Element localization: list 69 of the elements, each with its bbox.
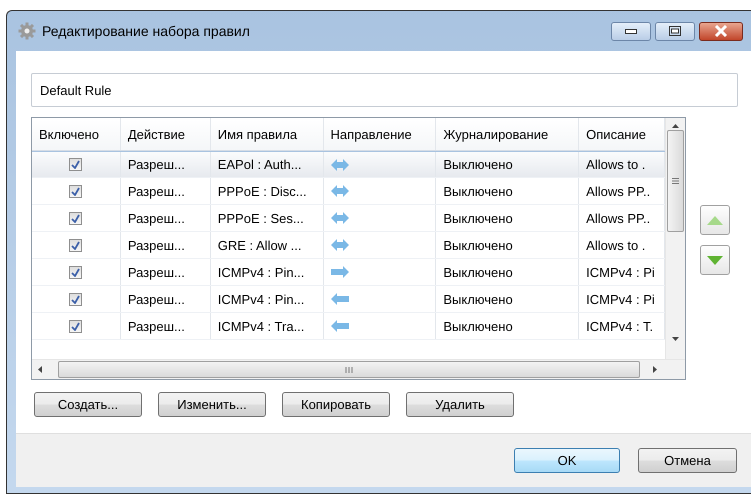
table-cell: Разреш...	[120, 286, 211, 312]
checkbox[interactable]	[69, 292, 82, 306]
table-row[interactable]: Разреш... EAPol : Auth... Выключено Allows to .	[32, 151, 666, 178]
table-cell: Выключено	[436, 259, 580, 285]
move-up-button[interactable]	[700, 205, 730, 235]
checkbox[interactable]	[69, 184, 82, 198]
table-row[interactable]: Разреш... PPPoE : Ses... Выключено Allows PP..	[32, 205, 666, 232]
table-cell: ICMPv4 : Pin...	[210, 259, 324, 285]
horizontal-scrollbar[interactable]	[32, 359, 685, 379]
close-icon	[714, 25, 728, 37]
scrollbar-thumb[interactable]	[667, 130, 684, 232]
table-row[interactable]: Разреш... GRE : Allow ... Выключено Allows to .	[32, 232, 666, 259]
maximize-button[interactable]	[655, 22, 695, 40]
checkbox[interactable]	[69, 320, 82, 332]
table-cell: PPPoE : Disc...	[210, 178, 324, 204]
scrollbar-thumb[interactable]	[58, 361, 640, 378]
column-header[interactable]: Имя правила	[210, 118, 324, 150]
table-cell: Разреш...	[120, 152, 211, 177]
dialog-button[interactable]: Отмена	[638, 448, 737, 473]
minimize-icon	[625, 28, 637, 34]
checkbox[interactable]	[69, 266, 82, 278]
checkbox[interactable]	[69, 238, 82, 252]
checkbox[interactable]	[69, 212, 82, 224]
rule-button[interactable]: Создать...	[34, 392, 142, 417]
close-button[interactable]	[699, 22, 743, 40]
table-row[interactable]: Разреш... ICMPv4 : Pin... Выключено ICMPv4 : Pi	[32, 286, 666, 313]
rule-button[interactable]: Удалить	[406, 392, 514, 417]
table-cell: Разреш...	[120, 178, 211, 204]
minimize-button[interactable]	[611, 22, 651, 40]
table-cell: Разреш...	[120, 232, 211, 258]
rule-button[interactable]: Изменить...	[158, 392, 266, 417]
maximize-icon	[669, 26, 681, 36]
scroll-left-icon[interactable]	[38, 366, 42, 373]
table-cell: Выключено	[436, 152, 580, 177]
window-title: Редактирование набора правил	[42, 23, 250, 39]
vertical-scrollbar[interactable]	[665, 118, 685, 359]
scroll-right-icon[interactable]	[653, 366, 657, 373]
table-cell: Выключено	[436, 286, 580, 312]
table-cell: Выключено	[436, 313, 580, 339]
column-header[interactable]: Направление	[324, 118, 436, 150]
checkbox[interactable]	[69, 158, 82, 171]
grip-icon	[345, 366, 353, 372]
rule-set-name-field[interactable]: Default Rule	[31, 73, 738, 107]
table-row[interactable]: Разреш... ICMPv4 : Pin... Выключено ICMPv4 : Pi	[32, 259, 666, 286]
move-down-button[interactable]	[700, 245, 730, 275]
table-cell: Разреш...	[120, 205, 211, 231]
scroll-down-icon[interactable]	[672, 337, 680, 341]
table-cell: Выключено	[436, 232, 580, 258]
column-header[interactable]: Журналирование	[436, 118, 580, 150]
table-cell: Выключено	[436, 205, 580, 231]
table-row[interactable]: Разреш... PPPoE : Disc... Выключено Allows PP..	[32, 178, 666, 205]
down-triangle-icon	[707, 256, 723, 264]
table-cell: PPPoE : Ses...	[210, 205, 324, 231]
column-header[interactable]: Включено	[32, 118, 121, 150]
rule-button[interactable]: Копировать	[282, 392, 390, 417]
gear-icon	[18, 22, 36, 40]
table-row[interactable]: Разреш... ICMPv4 : Tra... Выключено ICMPv4 : T.	[32, 313, 666, 340]
dialog-button[interactable]: OK	[514, 448, 620, 473]
table-cell: ICMPv4 : Pin...	[210, 286, 324, 312]
table-cell: GRE : Allow ...	[210, 232, 324, 258]
scroll-up-icon[interactable]	[672, 124, 680, 128]
table-cell: Разреш...	[120, 313, 211, 339]
table-cell: ICMPv4 : Tra...	[210, 313, 324, 339]
grip-icon	[672, 178, 680, 184]
column-header[interactable]: Действие	[120, 118, 211, 150]
table-cell: Выключено	[436, 178, 580, 204]
table-cell: EAPol : Auth...	[210, 152, 324, 177]
table-cell: Разреш...	[120, 259, 211, 285]
up-triangle-icon	[707, 216, 723, 224]
